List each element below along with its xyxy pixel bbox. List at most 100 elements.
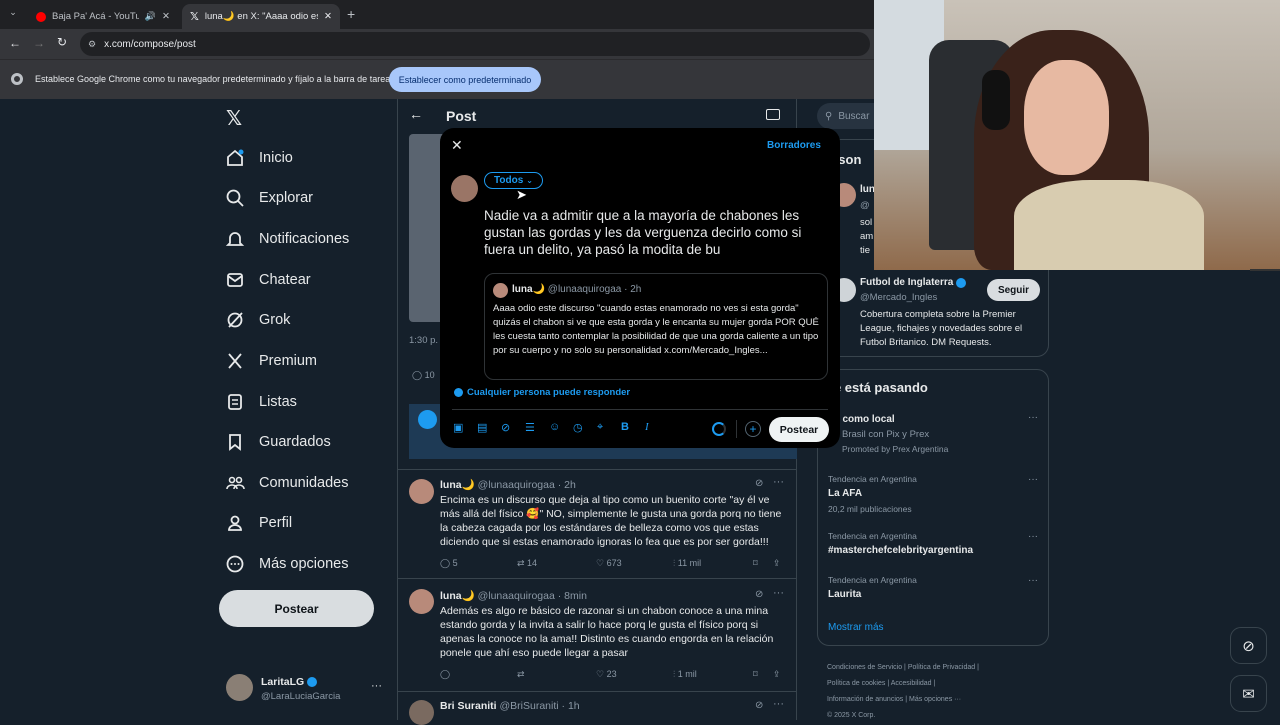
more-icon[interactable]: ···	[1028, 474, 1038, 485]
trend-item[interactable]: gá como local Brasil con Pix y Prex Prom…	[828, 412, 1040, 462]
more-icon[interactable]: ···	[1028, 531, 1038, 542]
emoji-icon[interactable]: ☺	[549, 421, 560, 433]
views-icon[interactable]: ⫶ 1 mil	[673, 669, 697, 680]
add-post-icon[interactable]: +	[745, 421, 761, 437]
reply-icon[interactable]: ◯	[440, 669, 450, 680]
reply-post-3[interactable]: Bri Suraniti @BriSuraniti · 1h ⊘ ···	[398, 693, 796, 725]
like-icon[interactable]: ♡ 673	[596, 558, 622, 569]
show-more-link[interactable]: Mostrar más	[828, 622, 884, 633]
action-bar: ◯ 5 ⇄ 14 ♡ 673 ⫶ 11 mil ⌑ ⇪	[440, 558, 788, 572]
reply-post-1[interactable]: luna🌙 @lunaaquirogaa · 2h ⊘ ··· Encima e…	[398, 471, 796, 579]
character-count-icon	[712, 422, 726, 436]
more-icon[interactable]: ···	[1028, 575, 1038, 586]
tab-search-button[interactable]: ⌄	[6, 7, 20, 21]
trend-item[interactable]: Tendencia en Argentina Laurita ···	[828, 575, 1040, 605]
quoted-post[interactable]: luna🌙 @lunaaquirogaa · 2h Aaaa odio este…	[484, 273, 828, 380]
sidebar-item-listas[interactable]: Listas	[225, 382, 297, 422]
close-tab-icon[interactable]: ✕	[162, 11, 170, 22]
sidebar-item-notificaciones[interactable]: Notificaciones	[225, 219, 349, 259]
site-info-icon[interactable]: ⚙	[88, 39, 96, 50]
sidebar-item-guardados[interactable]: Guardados	[225, 422, 331, 462]
more-icon[interactable]: ···	[1028, 412, 1038, 423]
forward-icon[interactable]: →	[33, 36, 45, 50]
compose-textarea[interactable]: Nadie va a admitir que a la mayoría de c…	[484, 207, 819, 258]
reply-post-2[interactable]: luna🌙 @lunaaquirogaa · 8min ⊘ ··· Además…	[398, 580, 796, 692]
back-arrow-icon[interactable]: ←	[409, 106, 423, 122]
bold-icon[interactable]: B	[621, 421, 629, 433]
chevron-down-icon: ⌄	[526, 176, 533, 185]
x-logo-icon: 𝕏	[190, 11, 199, 23]
poll-icon[interactable]: ☰	[525, 421, 535, 434]
drafts-link[interactable]: Borradores	[767, 140, 821, 151]
post-submit-button[interactable]: Postear	[769, 417, 829, 442]
gif-icon[interactable]: ▤	[477, 421, 487, 434]
trend-item[interactable]: Tendencia en Argentina #masterchefcelebr…	[828, 531, 1040, 561]
bookmark-icon[interactable]: ⌑	[753, 558, 758, 569]
sidebar-item-grok[interactable]: Grok	[225, 300, 290, 340]
reload-icon[interactable]: ↻	[57, 35, 67, 49]
sidebar-post-button[interactable]: Postear	[219, 590, 374, 627]
x-logo[interactable]: 𝕏	[226, 106, 242, 131]
more-icon[interactable]: ···	[773, 698, 784, 710]
reader-icon[interactable]	[766, 109, 780, 120]
panel-title: ué está pasando	[826, 380, 928, 395]
reply-avatar-icon	[418, 410, 437, 429]
mouse-cursor-icon: ➤	[516, 187, 527, 202]
follow-button[interactable]: Seguir	[987, 279, 1040, 301]
grok-icon	[227, 312, 243, 328]
tab-x-post[interactable]: 𝕏 luna🌙 en X: "Aaaa odio este d ✕	[182, 4, 340, 29]
author-handle: @lunaaquirogaa	[477, 590, 555, 602]
quote-text: Aaaa odio este discurso "cuando estas en…	[493, 303, 819, 356]
reply-settings[interactable]: Cualquier persona puede responder	[454, 387, 630, 398]
grok-icon[interactable]: ⊘	[501, 421, 510, 434]
set-default-button[interactable]: Establecer como predeterminado	[389, 67, 541, 92]
back-icon[interactable]: ←	[9, 36, 21, 50]
account-switcher[interactable]: LaritaLG @LaraLuciaGarcia ···	[226, 674, 386, 704]
omnibox[interactable]: ⚙ x.com/compose/post	[80, 32, 870, 56]
grok-icon[interactable]: ⊘	[755, 589, 763, 600]
sidebar-item-inicio[interactable]: Inicio	[225, 138, 293, 178]
location-icon[interactable]: ⌖	[597, 421, 603, 434]
sidebar-item-perfil[interactable]: Perfil	[225, 503, 292, 543]
sidebar-item-premium[interactable]: Premium	[225, 341, 317, 381]
image-icon[interactable]: ▣	[453, 421, 463, 434]
webcam-edge	[1250, 269, 1280, 271]
more-icon[interactable]: ···	[773, 476, 784, 488]
bookmark-icon[interactable]: ⌑	[753, 669, 758, 680]
sidebar-item-comunidades[interactable]: Comunidades	[225, 463, 348, 503]
sidebar-item-chatear[interactable]: Chatear	[225, 260, 311, 300]
close-icon[interactable]: ✕	[451, 137, 463, 154]
repost-icon[interactable]: ⇄	[517, 669, 525, 680]
account-more-icon[interactable]: ···	[371, 680, 382, 692]
grok-icon[interactable]: ⊘	[755, 478, 763, 489]
avatar	[451, 175, 478, 202]
quote-author-handle: @lunaaquirogaa	[547, 284, 622, 295]
share-icon[interactable]: ⇪	[773, 558, 781, 569]
compose-modal: ✕ Borradores Todos ⌄ ➤ Nadie va a admiti…	[440, 128, 840, 448]
bell-icon	[225, 232, 245, 246]
grok-icon[interactable]: ⊘	[755, 700, 763, 711]
sidebar-item-explorar[interactable]: Explorar	[225, 178, 313, 218]
close-tab-icon[interactable]: ✕	[324, 11, 332, 22]
verified-badge-icon	[307, 677, 318, 687]
schedule-icon[interactable]: ◷	[573, 421, 583, 434]
more-circle-icon	[226, 555, 244, 573]
repost-icon[interactable]: ⇄ 14	[517, 558, 537, 569]
tab-youtube-music[interactable]: Baja Pa' Acá - YouTube Mu 🔊 ✕	[28, 4, 178, 29]
like-icon[interactable]: ♡ 23	[596, 669, 617, 680]
audience-selector[interactable]: Todos ⌄	[484, 172, 543, 189]
reply-icon[interactable]: ◯ 5	[440, 558, 458, 569]
author-name: luna🌙	[440, 479, 475, 491]
views-icon[interactable]: ⫶ 11 mil	[673, 558, 701, 569]
more-icon[interactable]: ···	[773, 587, 784, 599]
author-name: luna🌙	[440, 590, 475, 602]
italic-icon[interactable]: I	[645, 421, 649, 433]
share-icon[interactable]: ⇪	[773, 669, 781, 680]
footer-links: Condiciones de Servicio | Política de Pr…	[827, 664, 979, 719]
floating-messages-button[interactable]: ✉	[1230, 675, 1267, 712]
sidebar-item-mas-opciones[interactable]: Más opciones	[225, 544, 348, 584]
trend-item[interactable]: Tendencia en Argentina La AFA 20,2 mil p…	[828, 474, 1040, 518]
floating-grok-button[interactable]: ⊘	[1230, 627, 1267, 664]
new-tab-button[interactable]: +	[347, 6, 355, 22]
post-image[interactable]	[409, 134, 444, 322]
